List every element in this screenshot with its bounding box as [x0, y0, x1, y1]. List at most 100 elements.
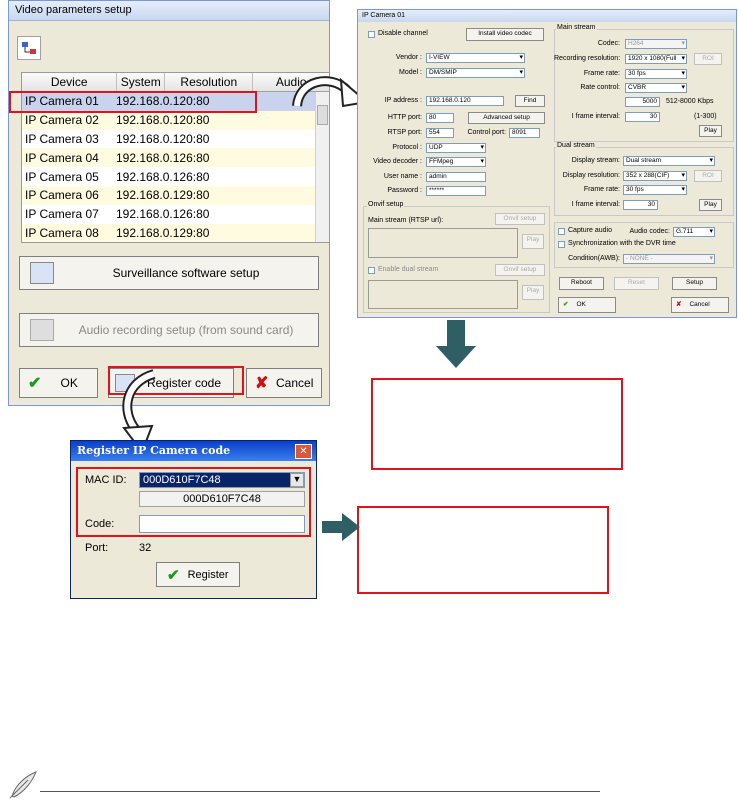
checkmark-icon: ✔: [167, 566, 180, 584]
ok-button[interactable]: ✔ OK: [558, 297, 616, 313]
protocol-select[interactable]: UDP: [426, 143, 486, 153]
table-row[interactable]: IP Camera 02 192.168.0.120:80: [22, 110, 329, 130]
video-decoder-label: Video decoder :: [373, 158, 422, 165]
checkmark-icon: ✔: [28, 375, 42, 392]
ok-button[interactable]: ✔ OK: [19, 368, 98, 398]
window-title: Video parameters setup: [9, 1, 329, 21]
play-button[interactable]: Play: [522, 234, 544, 249]
roi-button[interactable]: ROI: [694, 53, 722, 65]
advanced-setup-button[interactable]: Advanced setup: [468, 112, 545, 124]
cancel-x-icon: ✘: [676, 301, 682, 308]
reboot-button[interactable]: Reboot: [559, 277, 604, 290]
video-decoder-select[interactable]: FFMpeg: [426, 157, 486, 167]
dialog-title: Register IP Camera code: [71, 441, 316, 461]
table-row[interactable]: IP Camera 05 192.168.0.126:80: [22, 167, 329, 186]
password-input[interactable]: ******: [426, 186, 486, 196]
condition-awb-select[interactable]: - NONE -: [623, 254, 715, 264]
window-title: IP Camera 01: [358, 10, 736, 22]
dual-frame-rate-label: Frame rate:: [583, 186, 620, 193]
capture-audio-label: Capture audio: [568, 227, 612, 234]
dual-stream-title: Dual stream: [556, 142, 596, 149]
dual-roi-button[interactable]: ROI: [694, 170, 722, 182]
highlight-box-note: [357, 506, 609, 594]
close-icon[interactable]: ✕: [295, 444, 312, 459]
table-row[interactable]: IP Camera 08 192.168.0.129:80: [22, 223, 329, 242]
highlight-camera-row: [9, 91, 257, 113]
sync-dvr-label: Synchronization with the DVR time: [568, 240, 676, 247]
checkmark-icon: ✔: [563, 301, 569, 308]
sync-dvr-checkbox[interactable]: [558, 241, 565, 248]
right-arrow-icon: [322, 513, 360, 541]
dual-stream-url-box[interactable]: [368, 280, 518, 309]
http-port-input[interactable]: 80: [426, 113, 454, 123]
bitrate-input[interactable]: 5000: [625, 97, 660, 107]
disable-channel-checkbox[interactable]: [368, 31, 375, 38]
note-feather-icon: [9, 771, 37, 799]
dual-stream-play-button[interactable]: Play: [699, 199, 722, 211]
iframe-range-label: (1-300): [694, 113, 717, 120]
setup-button[interactable]: Setup: [672, 277, 717, 290]
cancel-x-icon: ✘: [255, 375, 269, 392]
footer-rule: [40, 791, 600, 792]
audio-codec-label: Audio codec:: [629, 228, 670, 235]
recording-resolution-select[interactable]: 1920 x 1080(Full: [625, 54, 687, 64]
onvif-group-title: Onvif setup: [367, 201, 405, 208]
vendor-label: Vendor :: [395, 54, 422, 61]
table-row[interactable]: IP Camera 04 192.168.0.126:80: [22, 148, 329, 168]
condition-awb-label: Condition(AWB):: [568, 255, 620, 262]
user-name-input[interactable]: admin: [426, 172, 486, 182]
column-resolution[interactable]: Resolution: [165, 73, 254, 91]
dual-frame-rate-select[interactable]: 30 fps: [623, 185, 687, 195]
cancel-button[interactable]: ✘ Cancel: [246, 368, 322, 398]
port-label: Port:: [85, 542, 109, 554]
cancel-button[interactable]: ✘ Cancel: [671, 297, 729, 313]
port-value: 32: [139, 542, 152, 554]
codec-select[interactable]: H264: [625, 39, 687, 49]
network-settings-icon[interactable]: [17, 36, 41, 60]
iframe-interval-input[interactable]: 30: [625, 112, 660, 122]
audio-codec-select[interactable]: G.711: [673, 227, 715, 237]
column-device[interactable]: Device: [22, 73, 118, 91]
rate-control-select[interactable]: CVBR: [625, 83, 687, 93]
play-button-dual[interactable]: Play: [522, 285, 544, 300]
find-button[interactable]: Find: [515, 95, 545, 107]
display-stream-select[interactable]: Dual stream: [623, 156, 715, 166]
enable-dual-stream-checkbox[interactable]: [368, 267, 375, 274]
register-button[interactable]: ✔ Register: [156, 562, 240, 587]
table-row[interactable]: IP Camera 07 192.168.0.126:80: [22, 204, 329, 224]
audio-recording-setup-button[interactable]: Audio recording setup (from sound card): [19, 313, 319, 347]
onvif-setup-button[interactable]: Onvif setup: [495, 213, 545, 225]
table-row[interactable]: IP Camera 06 192.168.0.129:80: [22, 185, 329, 205]
frame-rate-select[interactable]: 30 fps: [625, 69, 687, 79]
control-port-input[interactable]: 8091: [509, 128, 540, 138]
display-resolution-select[interactable]: 352 x 288(CIF): [623, 171, 687, 181]
disable-channel-label: Disable channel: [378, 30, 428, 37]
surveillance-setup-button[interactable]: Surveillance software setup: [19, 256, 319, 290]
model-select[interactable]: DM/SMIP: [426, 68, 525, 78]
table-row[interactable]: IP Camera 03 192.168.0.120:80: [22, 129, 329, 149]
display-resolution-label: Display resolution:: [562, 172, 620, 179]
reset-button[interactable]: Reset: [614, 277, 659, 290]
rtsp-port-input[interactable]: 554: [426, 128, 454, 138]
table-header: Device System Resolution Audio: [22, 73, 329, 92]
dual-iframe-interval-input[interactable]: 30: [623, 200, 658, 210]
install-codec-button[interactable]: Install video codec: [466, 28, 544, 41]
model-label: Model :: [399, 69, 422, 76]
http-port-label: HTTP port:: [387, 114, 422, 121]
onvif-setup-button-dual[interactable]: Onvif setup: [495, 264, 545, 276]
highlight-mac-code-fields: [76, 467, 311, 537]
column-system[interactable]: System: [117, 73, 166, 91]
dual-iframe-interval-label: I frame interval:: [571, 201, 620, 208]
main-stream-play-button[interactable]: Play: [699, 125, 722, 137]
vendor-select[interactable]: I-VIEW: [426, 53, 525, 63]
ip-address-input[interactable]: 192.168.0.120: [426, 96, 504, 106]
video-parameters-window: Video parameters setup Device System Res…: [8, 0, 330, 406]
frame-rate-label: Frame rate:: [583, 70, 620, 77]
main-stream-title: Main stream: [556, 24, 597, 31]
main-stream-url-box[interactable]: [368, 228, 518, 258]
capture-audio-checkbox[interactable]: [558, 228, 565, 235]
surveillance-monitor-icon: [30, 262, 54, 284]
rtsp-port-label: RTSP port:: [387, 129, 422, 136]
password-label: Password :: [387, 187, 422, 194]
recording-resolution-label: Recording resolution:: [554, 55, 621, 62]
